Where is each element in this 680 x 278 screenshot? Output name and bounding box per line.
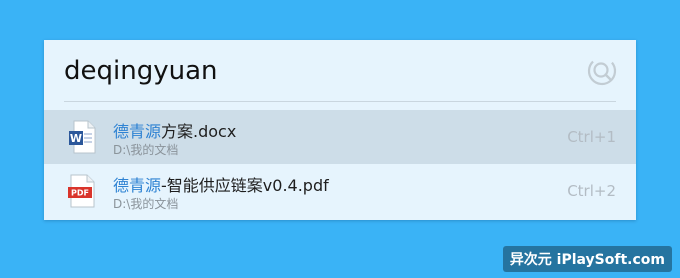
- result-name-rest: -智能供应链案v0.4.pdf: [161, 176, 329, 195]
- search-divider: [64, 101, 616, 102]
- svg-text:W: W: [70, 132, 82, 145]
- results-list: W 德青源方案.docx D:\我的文档 Ctrl+1 PDF 德青源-智能供应…: [44, 110, 636, 218]
- watermark: 异次元 iPlaySoft.com: [502, 246, 672, 272]
- result-name: 德青源方案.docx: [113, 118, 236, 142]
- result-name: 德青源-智能供应链案v0.4.pdf: [113, 172, 329, 196]
- result-shortcut: Ctrl+1: [567, 128, 616, 146]
- result-name-highlight: 德青源: [113, 122, 162, 141]
- pdf-icon-label: PDF: [71, 189, 89, 198]
- result-item[interactable]: W 德青源方案.docx D:\我的文档 Ctrl+1: [44, 110, 636, 164]
- search-loop-icon[interactable]: [586, 55, 618, 87]
- launcher-window: W 德青源方案.docx D:\我的文档 Ctrl+1 PDF 德青源-智能供应…: [44, 40, 636, 220]
- pdf-icon: PDF: [68, 174, 95, 208]
- result-name-highlight: 德青源: [113, 176, 162, 195]
- result-name-rest: 方案.docx: [161, 122, 237, 141]
- result-shortcut: Ctrl+2: [567, 182, 616, 200]
- word-doc-icon: W: [69, 120, 96, 154]
- search-input[interactable]: [64, 54, 544, 88]
- result-item[interactable]: PDF 德青源-智能供应链案v0.4.pdf D:\我的文档 Ctrl+2: [44, 164, 636, 218]
- search-bar: [44, 40, 636, 102]
- result-path: D:\我的文档: [113, 143, 179, 157]
- result-path: D:\我的文档: [113, 197, 179, 211]
